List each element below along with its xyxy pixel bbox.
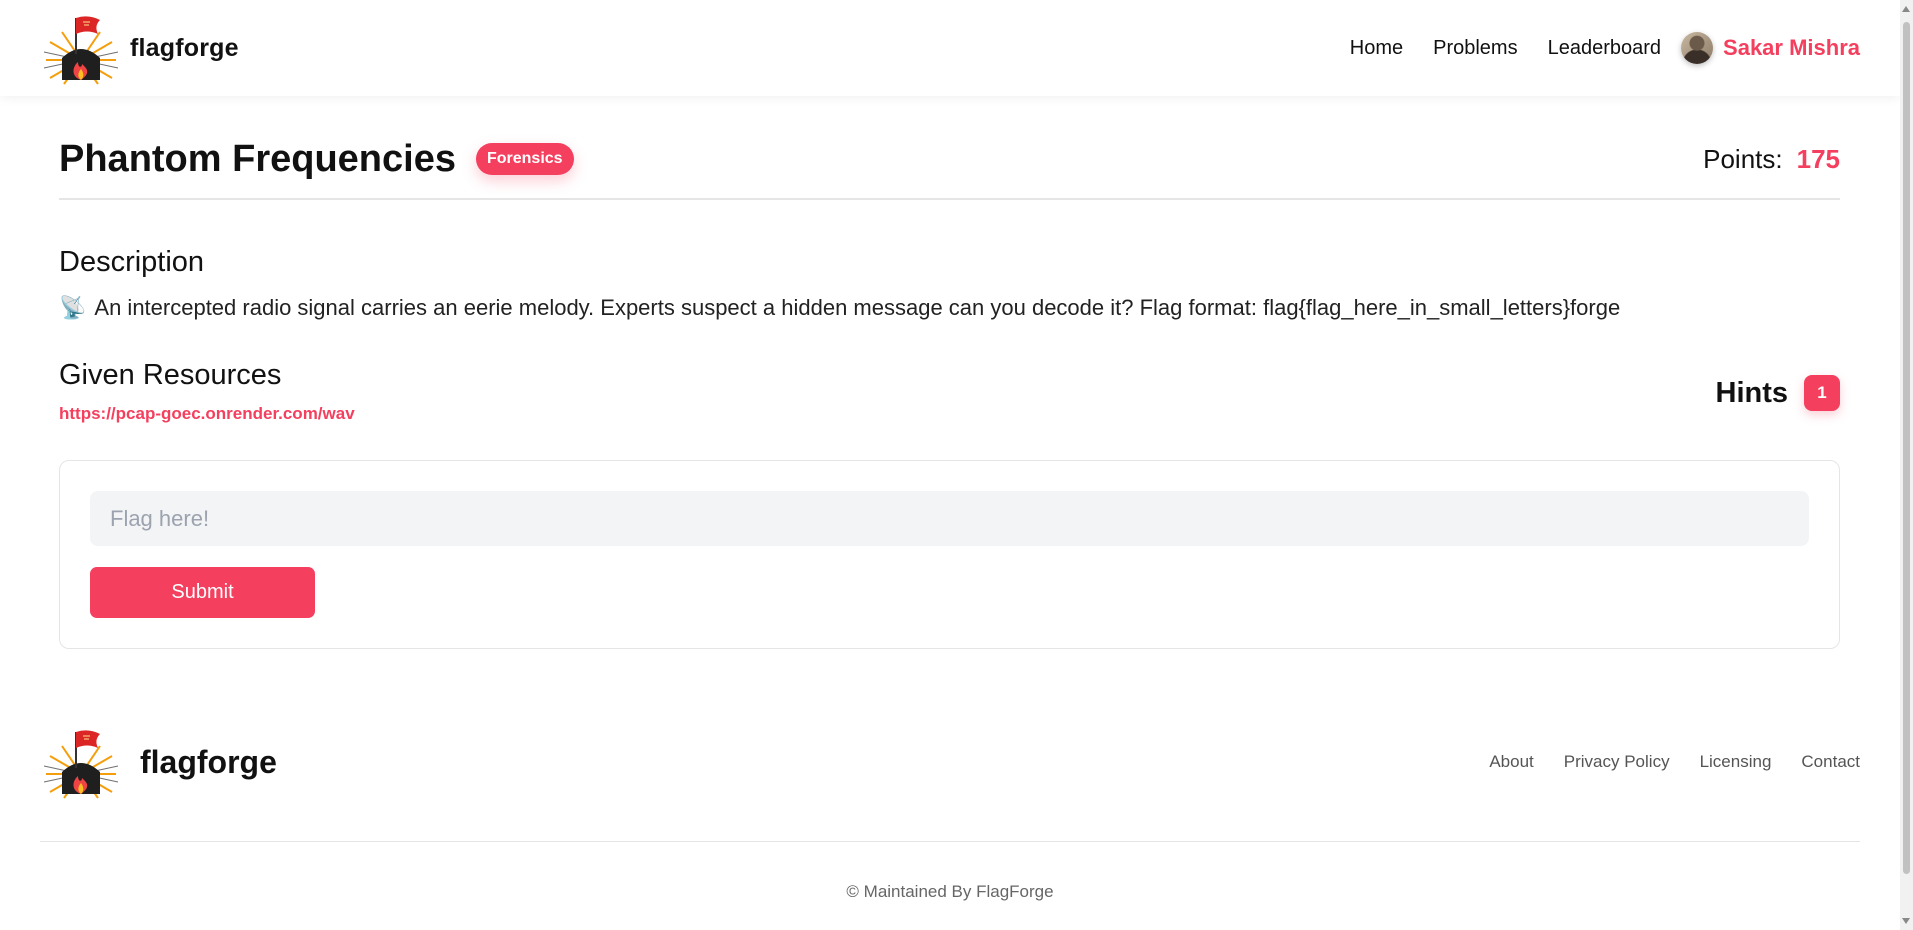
nav-brand: flagforge xyxy=(130,33,239,62)
points-value: 175 xyxy=(1796,143,1840,174)
flag-form: Submit xyxy=(59,460,1840,649)
navbar: flagforge Home Problems Leaderboard Saka… xyxy=(0,0,1900,96)
points-label: Points: xyxy=(1703,143,1783,174)
nav-links: Home Problems Leaderboard xyxy=(1350,37,1661,60)
resources-heading: Given Resources xyxy=(59,359,282,391)
footer-link-contact[interactable]: Contact xyxy=(1801,752,1860,772)
nav-link-problems[interactable]: Problems xyxy=(1433,37,1517,60)
description: 📡 An intercepted radio signal carries an… xyxy=(59,295,1840,321)
nav-logo[interactable]: flagforge xyxy=(40,10,239,86)
page-title: Phantom Frequencies xyxy=(59,137,456,180)
scroll-down-icon[interactable] xyxy=(1902,918,1910,924)
avatar[interactable] xyxy=(1681,32,1714,64)
user-menu[interactable]: Sakar Mishra xyxy=(1681,32,1860,64)
scroll-up-icon[interactable] xyxy=(1902,6,1910,12)
hints-label[interactable]: Hints xyxy=(1716,377,1789,410)
nav-link-home[interactable]: Home xyxy=(1350,37,1403,60)
footer-link-licensing[interactable]: Licensing xyxy=(1700,752,1772,772)
footer-links: About Privacy Policy Licensing Contact xyxy=(1489,752,1860,772)
scroll-thumb[interactable] xyxy=(1903,22,1910,874)
description-heading: Description xyxy=(59,246,205,278)
satellite-antenna-icon: 📡 xyxy=(59,295,87,320)
footer-brand: flagforge xyxy=(140,743,277,780)
footer-link-about[interactable]: About xyxy=(1489,752,1533,772)
resource-link[interactable]: https://pcap-goec.onrender.com/wav xyxy=(59,404,355,424)
nav-link-leaderboard[interactable]: Leaderboard xyxy=(1548,37,1661,60)
footer: flagforge About Privacy Policy Licensing… xyxy=(40,720,1860,902)
problem-header: Phantom Frequencies Forensics Points: 17… xyxy=(59,120,1840,200)
problem-main: Phantom Frequencies Forensics Points: 17… xyxy=(59,120,1840,649)
copyright: © Maintained By FlagForge xyxy=(846,882,1054,901)
flag-fire-logo-icon xyxy=(40,724,122,800)
hints-toggle[interactable]: Hints 1 xyxy=(1716,375,1840,411)
footer-top: flagforge About Privacy Policy Licensing… xyxy=(40,720,1860,804)
hints-count-badge[interactable]: 1 xyxy=(1804,375,1840,411)
resources-row: Given Resources https://pcap-goec.onrend… xyxy=(59,359,1840,424)
flag-input[interactable] xyxy=(90,491,1809,546)
resources-section: Given Resources https://pcap-goec.onrend… xyxy=(59,359,1716,424)
submit-button[interactable]: Submit xyxy=(90,567,315,618)
flag-fire-logo-icon xyxy=(40,10,122,86)
page-scrollbar[interactable] xyxy=(1900,0,1913,930)
description-text: An intercepted radio signal carries an e… xyxy=(94,295,1621,320)
footer-divider xyxy=(40,841,1860,842)
category-badge: Forensics xyxy=(475,143,574,175)
user-name[interactable]: Sakar Mishra xyxy=(1723,35,1860,61)
points-display: Points: 175 xyxy=(1703,144,1840,175)
footer-link-privacy[interactable]: Privacy Policy xyxy=(1564,752,1670,772)
